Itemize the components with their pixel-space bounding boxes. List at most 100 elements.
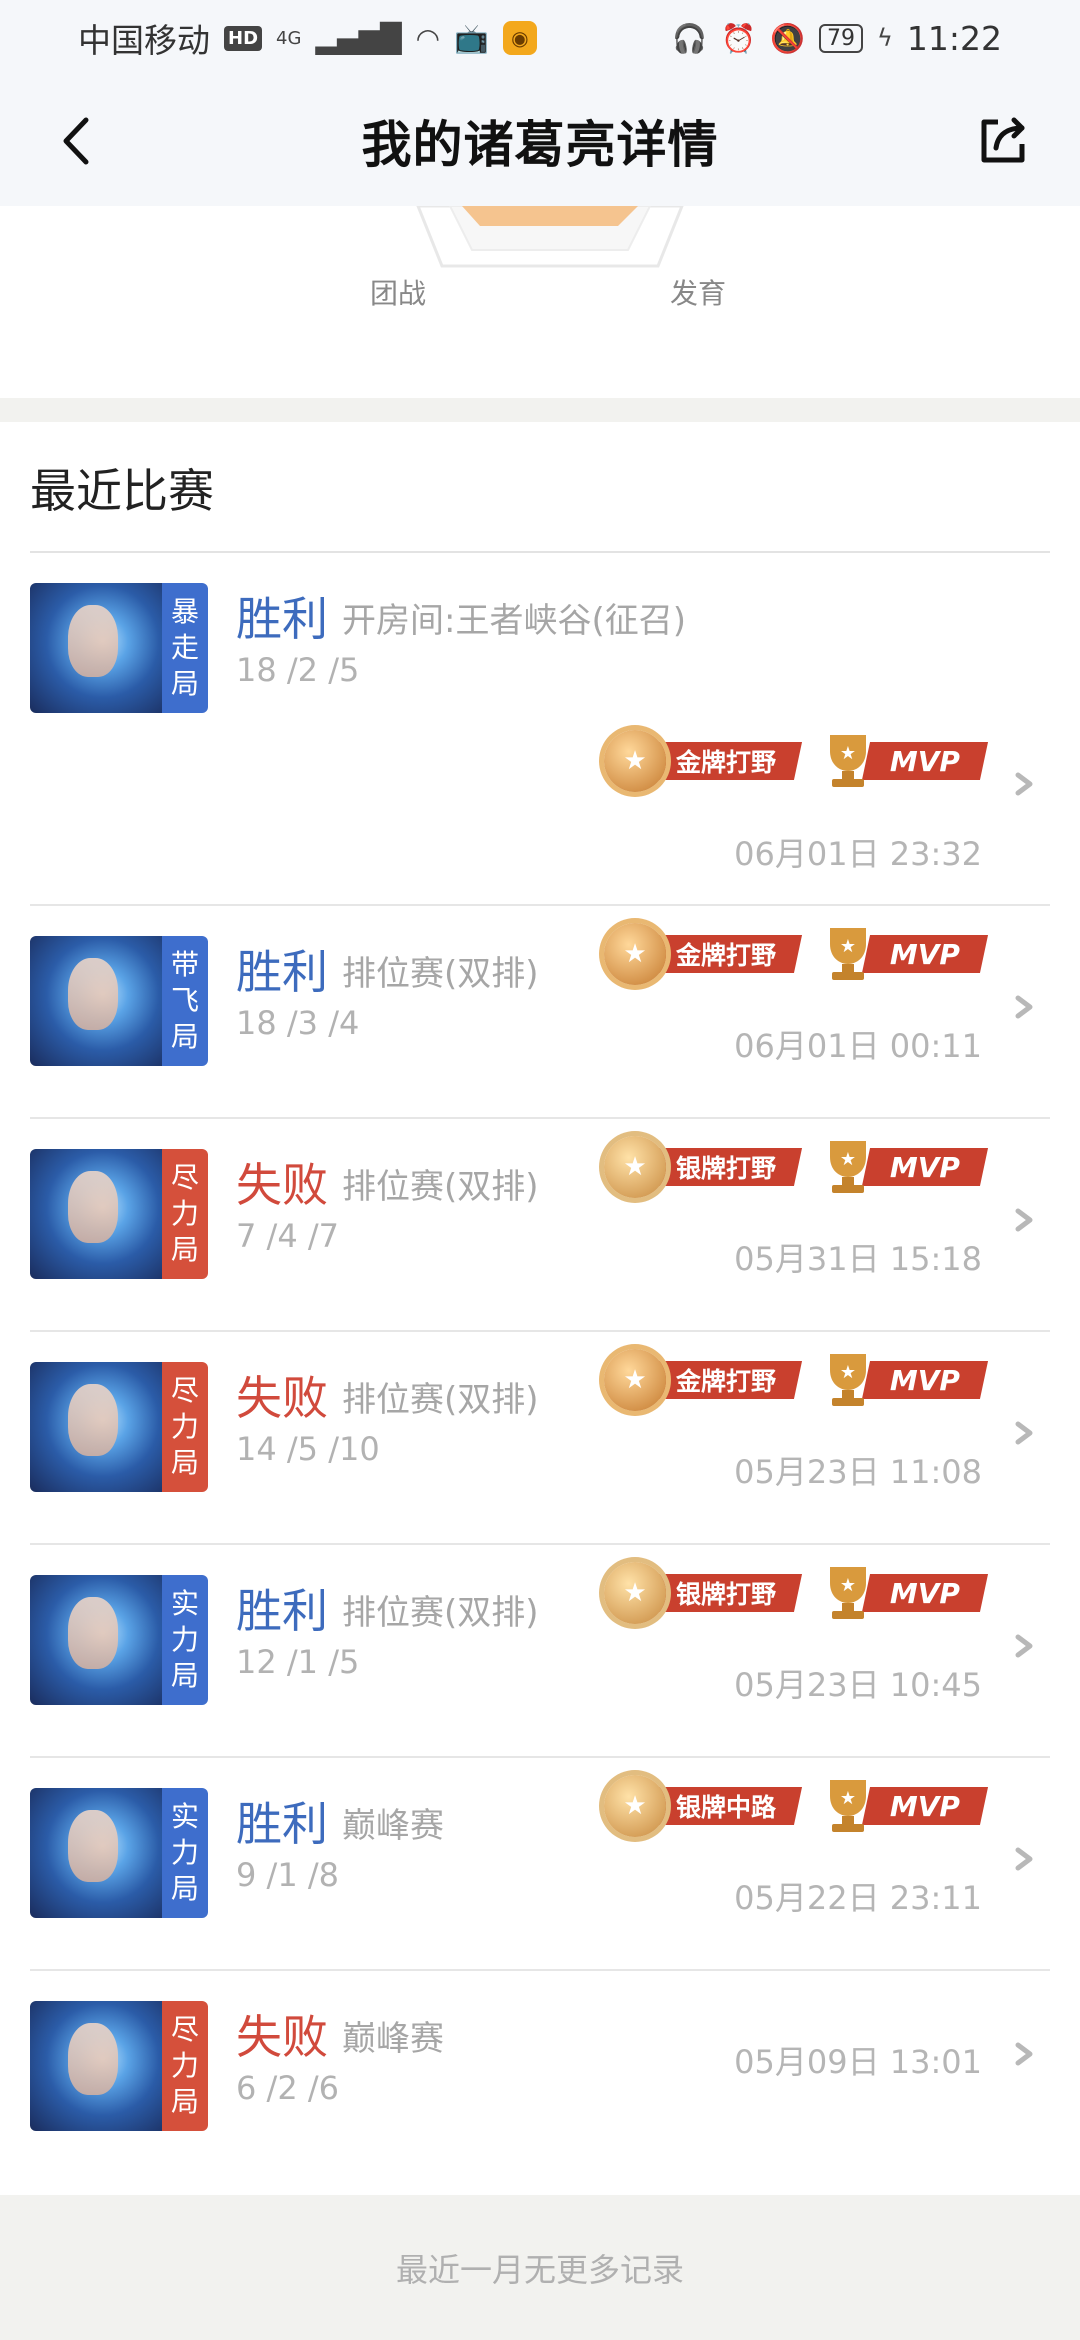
mvp-badge: ★ MVP [820,1137,989,1197]
match-row[interactable]: 带飞局胜利 排位赛(双排) 18 /3 /4 ★ 金牌打野 ★ MVP 06月01日 00:1… [30,906,1050,1119]
medal-icon: ★ [604,1136,666,1198]
battery-icon: 79 [819,23,864,53]
match-tag-char: 飞 [170,984,199,1017]
no-more-records-text: 最近一月无更多记录 [395,2250,684,2289]
match-row[interactable]: 尽力局失败 排位赛(双排) 14 /5 /10 ★ 金牌打野 ★ MVP 05月23日 11:… [30,1332,1050,1545]
mvp-label: MVP [890,1150,961,1184]
chevron-right-icon[interactable] [1012,1418,1036,1448]
hero-thumbnail: 尽力局 [30,1149,208,1279]
hero-thumbnail: 尽力局 [30,1362,208,1492]
match-result: 胜利 [236,592,328,646]
radar-label-teamfight: 团战 [370,277,427,310]
chevron-right-icon[interactable] [1012,1631,1036,1661]
match-tag: 实力局 [162,1788,208,1918]
match-date: 05月23日 11:08 [734,1453,982,1491]
trophy-icon: ★ [830,1780,866,1832]
match-tag-char: 局 [170,1872,199,1905]
trophy-icon: ★ [830,1354,866,1406]
medal-label: 银牌打野 [676,1580,777,1609]
match-tag: 尽力局 [162,1149,208,1279]
carrier-text: 中国移动 [78,21,210,60]
wifi-icon: ◠ [415,21,440,55]
medal-label: 银牌中路 [676,1793,777,1822]
match-row[interactable]: 实力局胜利 巅峰赛 9 /1 /8 ★ 银牌中路 ★ MVP 05月22日 23:11 [30,1758,1050,1971]
hero-portrait [30,1788,162,1918]
match-date: 06月01日 00:11 [734,1027,982,1065]
medal-ribbon: 金牌打野 [649,1361,803,1399]
match-date: 05月31日 15:18 [734,1240,982,1278]
match-tag-char: 局 [170,2085,199,2118]
match-tag-char: 力 [170,1836,199,1869]
svg-text:★: ★ [840,1788,856,1809]
match-row[interactable]: 尽力局失败 排位赛(双排) 7 /4 /7 ★ 银牌打野 ★ MVP 05月31日 15:18 [30,1119,1050,1332]
match-kda: 18 /2 /5 [236,651,360,689]
mvp-label: MVP [890,1789,961,1823]
match-result: 胜利 [236,945,328,999]
chevron-right-icon[interactable] [1012,2039,1036,2069]
trophy-icon: ★ [830,1141,866,1193]
share-icon[interactable] [976,114,1030,168]
mvp-badge: ★ MVP [820,1563,989,1623]
match-tag-char: 局 [170,1233,199,1266]
nav-bar: 我的诸葛亮详情 [0,76,1080,206]
match-mode: 排位赛(双排) [342,1593,539,1633]
match-mode: 巅峰赛 [342,1806,444,1846]
match-date: 05月23日 10:45 [734,1666,982,1704]
status-bar: 中国移动 HD 4G ▂▄▆█ ◠ 📺 ◉ 🎧 ⏰ 🔕 79 ϟ 11:22 [0,0,1080,76]
match-tag-char: 走 [170,631,199,664]
match-date: 06月01日 23:32 [734,835,982,873]
match-list: 暴走局胜利 开房间:王者峡谷(征召) 18 /2 /5 ★ 金牌打野 ★ MVP 06月01日… [0,553,1080,2184]
hero-portrait [30,1575,162,1705]
medal-ribbon: 银牌打野 [649,1574,803,1612]
match-kda: 9 /1 /8 [236,1856,339,1894]
mvp-label: MVP [890,1576,961,1610]
match-tag: 暴走局 [162,583,208,713]
mvp-label: MVP [890,1363,961,1397]
radar-chart: 团战 发育 [0,206,1080,398]
trophy-icon: ★ [830,1567,866,1619]
mvp-ribbon: MVP [861,1574,989,1612]
list-footer: 最近一月无更多记录 [0,2195,1080,2340]
back-icon[interactable] [52,114,106,168]
match-date: 05月09日 13:01 [734,2043,982,2081]
medal-ribbon: 金牌打野 [649,935,803,973]
match-tag: 带飞局 [162,936,208,1066]
chevron-right-icon[interactable] [1012,769,1036,799]
svg-text:★: ★ [840,1575,856,1596]
match-tag-char: 暴 [170,595,199,628]
match-row[interactable]: 尽力局失败 巅峰赛 6 /2 /6 05月09日 13:01 [30,1971,1050,2184]
match-mode: 排位赛(双排) [342,954,539,994]
match-kda: 14 /5 /10 [236,1430,380,1468]
medal-badge: ★ 金牌打野 [604,923,803,985]
medal-icon: ★ [604,1562,666,1624]
match-tag-char: 尽 [170,2013,199,2046]
chevron-right-icon[interactable] [1012,1844,1036,1874]
mvp-ribbon: MVP [861,1148,989,1186]
match-result: 失败 [236,2010,328,2064]
hero-thumbnail: 实力局 [30,1788,208,1918]
match-tag-char: 实 [170,1800,199,1833]
chevron-right-icon[interactable] [1012,992,1036,1022]
mvp-ribbon: MVP [861,935,989,973]
medal-label: 银牌打野 [676,1154,777,1183]
trophy-icon: ★ [830,735,866,787]
medal-icon: ★ [604,1349,666,1411]
app-notification-icon: ◉ [502,21,537,55]
medal-badge: ★ 银牌中路 [604,1775,803,1837]
medal-label: 金牌打野 [676,748,777,777]
match-tag: 实力局 [162,1575,208,1705]
section-separator [0,398,1080,422]
mute-icon: 🔕 [770,21,806,55]
mvp-ribbon: MVP [861,1787,989,1825]
charging-icon: ϟ [877,24,893,52]
svg-text:★: ★ [840,936,856,957]
alarm-icon: ⏰ [721,21,757,55]
svg-text:★: ★ [840,1362,856,1383]
match-date: 05月22日 23:11 [734,1879,982,1917]
chevron-right-icon[interactable] [1012,1205,1036,1235]
match-tag-char: 带 [170,948,199,981]
mvp-badge: ★ MVP [820,924,989,984]
match-row[interactable]: 暴走局胜利 开房间:王者峡谷(征召) 18 /2 /5 ★ 金牌打野 ★ MVP 06月01日… [30,553,1050,906]
match-tag: 尽力局 [162,1362,208,1492]
match-row[interactable]: 实力局胜利 排位赛(双排) 12 /1 /5 ★ 银牌打野 ★ MVP 05月23日 10:4… [30,1545,1050,1758]
